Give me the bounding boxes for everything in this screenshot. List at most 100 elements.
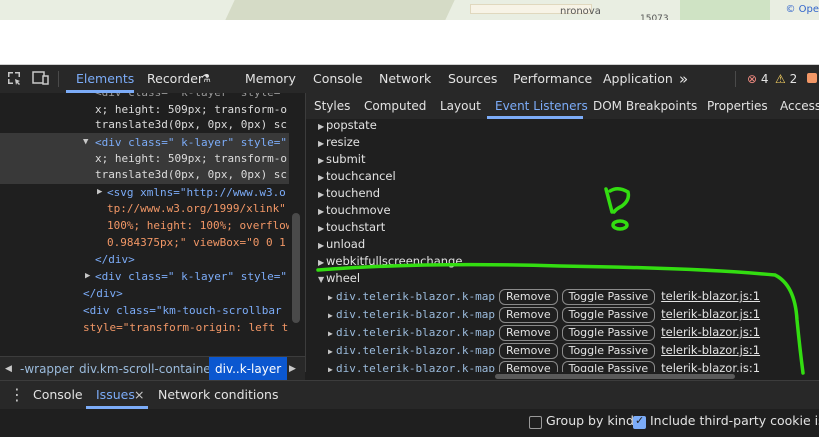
tab-drawer-console[interactable]: Console <box>33 381 83 409</box>
toolbar-divider <box>735 71 736 87</box>
tab-recorder[interactable]: Recorder <box>147 65 203 93</box>
listener-row: ▶ div.telerik-blazor.k-map Remove Toggle Pa… <box>328 341 760 359</box>
source-link[interactable]: telerik-blazor.js:1 <box>661 307 760 321</box>
group-by-kind-checkbox[interactable] <box>529 416 542 429</box>
breadcrumb-scroll-right-icon[interactable]: ▶ <box>289 357 296 381</box>
tab-layout[interactable]: Layout <box>440 93 481 119</box>
expand-triangle-icon[interactable]: ▶ <box>97 184 102 201</box>
listener-row: ▶ div.telerik-blazor.k-map Remove Toggle Pa… <box>328 305 760 323</box>
dom-line[interactable]: translate3d(0px, 0px, 0px) sc <box>95 166 287 183</box>
tab-styles[interactable]: Styles <box>314 93 350 119</box>
event-type-label: submit <box>326 152 366 166</box>
source-link[interactable]: telerik-blazor.js:1 <box>661 289 760 303</box>
more-tabs-icon[interactable]: » <box>679 65 688 93</box>
tab-accessibility[interactable]: Accessi <box>780 93 819 119</box>
map-street-label: nronova <box>560 6 601 17</box>
expand-triangle-icon[interactable]: ▼ <box>83 134 88 151</box>
event-type-item[interactable]: ▶ touchend <box>318 185 380 202</box>
warning-count-badge[interactable]: ⚠ 2 <box>775 72 797 86</box>
error-count: 4 <box>760 72 769 86</box>
third-party-cookie-checkbox[interactable] <box>633 414 646 429</box>
toggle-passive-button[interactable]: Toggle Passive <box>561 289 656 305</box>
tab-dom-breakpoints[interactable]: DOM Breakpoints <box>593 93 697 119</box>
map-copyright-link[interactable]: © Ope <box>785 4 819 15</box>
event-type-item[interactable]: ▶ unload <box>318 236 365 253</box>
breadcrumb-item[interactable]: -wrapper <box>20 357 74 381</box>
toggle-passive-button[interactable]: Toggle Passive <box>561 307 656 323</box>
listener-node[interactable]: div.telerik-blazor.k-map <box>336 290 495 303</box>
remove-button[interactable]: Remove <box>498 289 558 305</box>
dom-line[interactable]: <div class="km-touch-scrollbar <box>83 302 282 319</box>
listener-node[interactable]: div.telerik-blazor.k-map <box>336 308 495 321</box>
event-type-item[interactable]: ▶ touchstart <box>318 219 385 236</box>
expand-triangle-icon: ▶ <box>318 258 325 267</box>
dom-line-selected[interactable]: <div class=" k-layer" style=" <box>95 134 287 151</box>
dom-line[interactable]: <svg xmlns="http://www.w3.o <box>107 184 286 201</box>
listener-row: ▶ div.telerik-blazor.k-map Remove Toggle Pa… <box>328 323 760 341</box>
dom-line[interactable]: 100%; height: 100%; overflow <box>107 217 292 234</box>
event-type-item-expanded[interactable]: ▼ wheel <box>318 270 360 287</box>
event-type-item[interactable]: ▶ webkitfullscreenchange <box>318 253 462 270</box>
tab-performance[interactable]: Performance <box>513 65 592 93</box>
close-tab-icon[interactable]: × <box>134 381 144 409</box>
tab-sources[interactable]: Sources <box>448 65 497 93</box>
dom-tree-scrollbar[interactable] <box>289 93 303 356</box>
scrollbar-thumb[interactable] <box>292 213 300 323</box>
dom-line[interactable]: <div class=" k-layer" style=" <box>95 93 287 101</box>
remove-button[interactable]: Remove <box>498 343 558 359</box>
dom-line[interactable]: tp://www.w3.org/1999/xlink" <box>107 200 286 217</box>
dom-line[interactable]: </div> <box>95 251 135 268</box>
breadcrumb-item[interactable]: div.km-scroll-container <box>79 357 216 381</box>
event-type-item[interactable]: ▶ resize <box>318 134 360 151</box>
tab-application[interactable]: Application <box>603 65 673 93</box>
listener-node[interactable]: div.telerik-blazor.k-map <box>336 326 495 339</box>
event-type-label: touchstart <box>326 220 386 234</box>
tab-console[interactable]: Console <box>313 65 363 93</box>
dom-line[interactable]: style="transform-origin: left t <box>83 319 288 336</box>
remove-button[interactable]: Remove <box>498 325 558 341</box>
event-type-label: popstate <box>326 119 377 132</box>
expand-triangle-icon[interactable]: ▶ <box>85 268 90 285</box>
event-type-item[interactable]: ▶ submit <box>318 151 366 168</box>
dom-line[interactable]: <div class=" k-layer" style=" <box>95 268 287 285</box>
device-toolbar-icon[interactable] <box>32 70 50 90</box>
tab-computed[interactable]: Computed <box>364 93 426 119</box>
event-type-label: wheel <box>326 271 361 285</box>
toggle-passive-button[interactable]: Toggle Passive <box>561 343 656 359</box>
event-listeners-scrollbar[interactable] <box>305 372 819 380</box>
expand-triangle-icon: ▶ <box>318 241 325 250</box>
source-link[interactable]: telerik-blazor.js:1 <box>661 325 760 339</box>
info-badge[interactable] <box>807 72 817 86</box>
map-preview: nronova 15073 © Ope <box>0 0 819 20</box>
dom-line[interactable]: </div> <box>83 285 123 302</box>
dom-line[interactable]: x; height: 509px; transform-o <box>95 150 287 167</box>
tab-elements[interactable]: Elements <box>76 65 134 93</box>
listener-node[interactable]: div.telerik-blazor.k-map <box>336 344 495 357</box>
event-type-label: touchend <box>326 186 381 200</box>
drawer-menu-icon[interactable]: ⋮ <box>9 381 25 409</box>
event-type-item[interactable]: ▶ popstate <box>318 119 377 134</box>
event-type-label: touchcancel <box>326 169 396 183</box>
expand-triangle-icon: ▶ <box>318 207 325 216</box>
tab-memory[interactable]: Memory <box>245 65 296 93</box>
event-type-item[interactable]: ▶ touchcancel <box>318 168 396 185</box>
tab-properties[interactable]: Properties <box>707 93 768 119</box>
breadcrumb-scroll-left-icon[interactable]: ◀ <box>5 357 12 381</box>
event-type-item[interactable]: ▶ touchmove <box>318 202 391 219</box>
tab-drawer-issues[interactable]: Issues <box>96 381 135 409</box>
error-icon: ⊗ <box>747 72 758 86</box>
remove-button[interactable]: Remove <box>498 307 558 323</box>
scrollbar-thumb[interactable] <box>495 374 735 379</box>
tab-drawer-network-conditions[interactable]: Network conditions <box>158 381 278 409</box>
toggle-passive-button[interactable]: Toggle Passive <box>561 325 656 341</box>
dom-line[interactable]: 0.984375px;" viewBox="0 0 1 <box>107 234 286 251</box>
source-link[interactable]: telerik-blazor.js:1 <box>661 343 760 357</box>
error-count-badge[interactable]: ⊗ 4 <box>747 72 769 86</box>
breadcrumb-item-active[interactable]: div..k-layer <box>209 357 288 381</box>
warning-count: 2 <box>789 72 798 86</box>
event-type-label: touchmove <box>326 203 391 217</box>
tab-network[interactable]: Network <box>379 65 431 93</box>
dom-line[interactable]: translate3d(0px, 0px, 0px) sc <box>95 116 287 133</box>
sidebar-tabs: Styles Computed Layout Event Listeners D… <box>305 93 819 120</box>
inspect-element-icon[interactable] <box>6 70 22 90</box>
